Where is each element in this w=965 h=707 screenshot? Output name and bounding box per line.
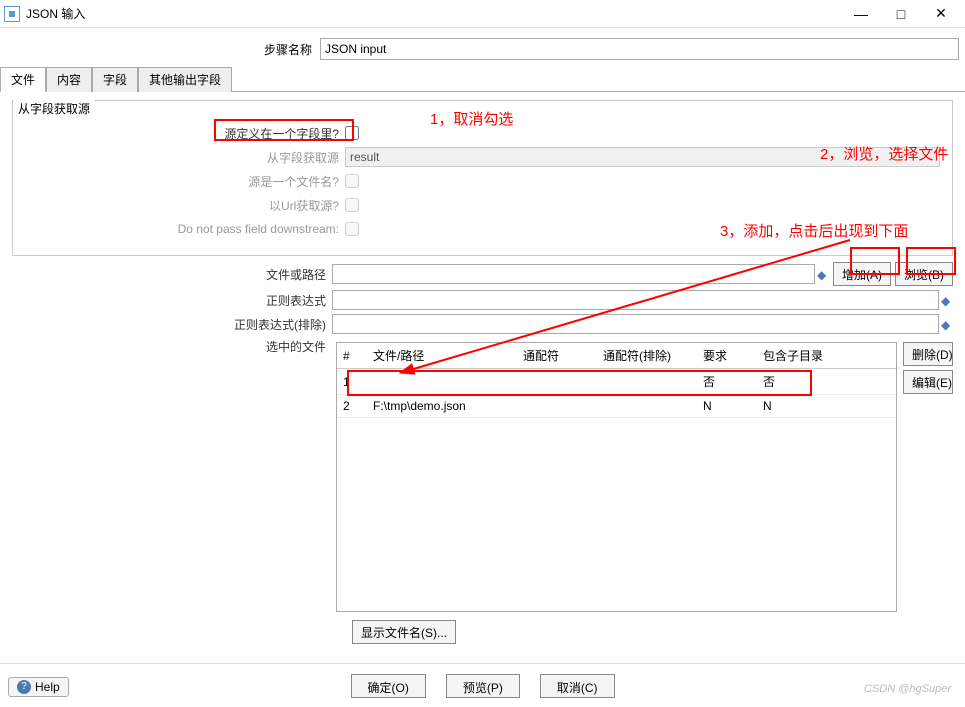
url-source-label: 以Url获取源? [25, 197, 345, 214]
close-button[interactable]: ✕ [921, 3, 961, 25]
tab-content[interactable]: 内容 [46, 67, 92, 92]
maximize-button[interactable]: □ [881, 3, 921, 25]
title-bar: JSON 输入 — □ ✕ [0, 0, 965, 28]
diamond-icon[interactable] [817, 268, 829, 280]
content-area: 从字段获取源 源定义在一个字段里? 从字段获取源 源是一个文件名? 以Url获取… [0, 92, 965, 652]
no-pass-label: Do not pass field downstream: [25, 222, 345, 236]
from-field-label: 从字段获取源 [25, 149, 345, 166]
file-or-path-input[interactable] [332, 264, 815, 284]
regex-label: 正则表达式 [12, 292, 332, 309]
table-row[interactable]: 1否否 [337, 369, 896, 395]
add-button[interactable]: 增加(A) [833, 262, 891, 286]
browse-button[interactable]: 浏览(B) [895, 262, 953, 286]
help-label: Help [35, 680, 60, 694]
minimize-button[interactable]: — [841, 3, 881, 25]
url-source-checkbox [345, 198, 359, 212]
tab-other-output[interactable]: 其他输出字段 [138, 67, 232, 92]
tab-fields[interactable]: 字段 [92, 67, 138, 92]
is-filename-checkbox [345, 174, 359, 188]
is-filename-label: 源是一个文件名? [25, 173, 345, 190]
regex-excl-label: 正则表达式(排除) [12, 316, 332, 333]
selected-files-table[interactable]: # 文件/路径 通配符 通配符(排除) 要求 包含子目录 1否否2F:\tmp\… [336, 342, 897, 612]
col-wild-excl: 通配符(排除) [597, 343, 697, 369]
ok-button[interactable]: 确定(O) [351, 674, 426, 698]
fieldset-title: 从字段获取源 [14, 100, 94, 117]
preview-button[interactable]: 预览(P) [446, 674, 520, 698]
table-row[interactable]: 2F:\tmp\demo.jsonNN [337, 395, 896, 418]
no-pass-checkbox [345, 222, 359, 236]
regex-input[interactable] [332, 290, 939, 310]
step-name-label: 步骤名称 [0, 41, 320, 58]
step-name-input[interactable] [320, 38, 959, 60]
file-or-path-label: 文件或路径 [12, 266, 332, 283]
delete-button[interactable]: 删除(D) [903, 342, 953, 366]
col-num: # [337, 343, 367, 369]
app-icon [4, 6, 20, 22]
edit-button[interactable]: 编辑(E) [903, 370, 953, 394]
defined-in-field-checkbox[interactable] [345, 126, 359, 140]
cancel-button[interactable]: 取消(C) [540, 674, 615, 698]
tab-bar: 文件 内容 字段 其他输出字段 [0, 66, 965, 92]
col-wild: 通配符 [517, 343, 597, 369]
from-field-input [345, 147, 940, 167]
source-fieldset: 源定义在一个字段里? 从字段获取源 源是一个文件名? 以Url获取源? Do n… [12, 100, 953, 256]
regex-excl-input[interactable] [332, 314, 939, 334]
window-title: JSON 输入 [26, 5, 841, 22]
watermark: CSDN @hgSuper [864, 683, 951, 695]
selected-files-label: 选中的文件 [12, 338, 332, 355]
step-name-row: 步骤名称 [0, 38, 965, 60]
col-path: 文件/路径 [367, 343, 517, 369]
diamond-icon[interactable] [941, 294, 953, 306]
col-req: 要求 [697, 343, 757, 369]
bottom-bar: 确定(O) 预览(P) 取消(C) [0, 663, 965, 707]
tab-file[interactable]: 文件 [0, 67, 46, 92]
defined-in-field-label: 源定义在一个字段里? [25, 125, 345, 142]
help-button[interactable]: ? Help [8, 677, 69, 697]
show-filenames-button[interactable]: 显示文件名(S)... [352, 620, 456, 644]
diamond-icon[interactable] [941, 318, 953, 330]
col-subdir: 包含子目录 [757, 343, 896, 369]
help-icon: ? [17, 680, 31, 694]
